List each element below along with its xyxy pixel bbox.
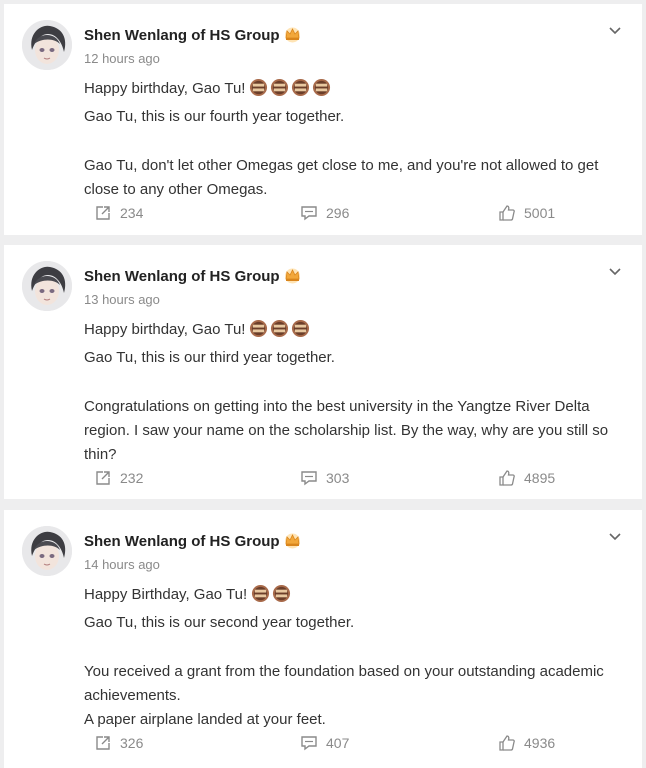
- comment-button[interactable]: 303: [300, 469, 349, 487]
- greeting-text: Happy birthday, Gao Tu!: [84, 321, 246, 338]
- post-line: [84, 371, 614, 395]
- post-line: [84, 636, 614, 660]
- post-line: Gao Tu, this is our second year together…: [84, 614, 355, 632]
- author-name-text[interactable]: Shen Wenlang of HS Group: [84, 268, 280, 285]
- chevron-down-icon[interactable]: [608, 265, 622, 279]
- like-count: 5001: [524, 205, 556, 221]
- cake-icon: [250, 78, 268, 97]
- post-line: Congratulations on getting into the best…: [84, 397, 609, 464]
- thumbs-up-icon: [499, 205, 515, 221]
- post-line: Gao Tu, don't let other Omegas get close…: [84, 156, 599, 199]
- cake-icon: [252, 584, 270, 603]
- post-body: Happy birthday, Gao Tu! Gao Tu, this is …: [84, 77, 614, 202]
- cake-emoji-group: [249, 78, 333, 105]
- like-button[interactable]: 5001: [498, 204, 555, 222]
- avatar-portrait: [22, 261, 72, 311]
- share-count: 234: [120, 205, 144, 221]
- crown-icon: [284, 27, 300, 43]
- post-time: 12 hours ago: [84, 51, 160, 66]
- post-time: 13 hours ago: [84, 292, 160, 307]
- comment-icon: [301, 471, 317, 486]
- cake-icon: [271, 319, 289, 338]
- comment-button[interactable]: 407: [300, 734, 349, 752]
- author-name-text[interactable]: Shen Wenlang of HS Group: [84, 27, 280, 44]
- cake-icon: [273, 584, 291, 603]
- post-body: Happy Birthday, Gao Tu! Gao Tu, this is …: [84, 583, 614, 733]
- comment-icon: [301, 736, 317, 751]
- like-button[interactable]: 4895: [498, 469, 555, 487]
- action-bar: 232 303 4895: [4, 469, 642, 491]
- post-card: Shen Wenlang of HS Group 13 hours ago Ha…: [4, 245, 642, 499]
- like-button[interactable]: 4936: [498, 734, 555, 752]
- avatar[interactable]: [22, 20, 72, 70]
- action-bar: 326 407 4936: [4, 734, 642, 756]
- comment-count: 296: [326, 205, 350, 221]
- share-icon: [96, 736, 110, 750]
- avatar[interactable]: [22, 526, 72, 576]
- cake-icon: [313, 78, 331, 97]
- cake-icon: [292, 319, 310, 338]
- author-name[interactable]: Shen Wenlang of HS Group: [84, 532, 302, 550]
- action-bar: 234 296 5001: [4, 204, 642, 226]
- thumbs-up-icon: [499, 735, 515, 751]
- share-icon: [96, 206, 110, 220]
- author-name[interactable]: Shen Wenlang of HS Group: [84, 26, 302, 44]
- comment-count: 303: [326, 470, 350, 486]
- post-line: Gao Tu, this is our fourth year together…: [84, 108, 345, 126]
- share-button[interactable]: 232: [94, 469, 143, 487]
- greeting-text: Happy Birthday, Gao Tu!: [84, 586, 248, 603]
- comment-count: 407: [326, 735, 350, 751]
- share-button[interactable]: 326: [94, 734, 143, 752]
- comment-button[interactable]: 296: [300, 204, 349, 222]
- author-name[interactable]: Shen Wenlang of HS Group: [84, 267, 302, 285]
- post-line: Gao Tu, this is our third year together.: [84, 349, 335, 367]
- share-icon: [96, 471, 110, 485]
- post-card: Shen Wenlang of HS Group 14 hours ago Ha…: [4, 510, 642, 768]
- crown-icon: [284, 268, 300, 284]
- cake-icon: [271, 78, 289, 97]
- author-name-text[interactable]: Shen Wenlang of HS Group: [84, 533, 280, 550]
- post-body: Happy birthday, Gao Tu! Gao Tu, this is …: [84, 318, 614, 468]
- greeting-text: Happy birthday, Gao Tu!: [84, 80, 246, 97]
- crown-icon: [284, 533, 300, 549]
- post-card: Shen Wenlang of HS Group 12 hours ago Ha…: [4, 4, 642, 235]
- post-line: A paper airplane landed at your feet.: [84, 711, 326, 729]
- share-button[interactable]: 234: [94, 204, 143, 222]
- chevron-down-icon[interactable]: [608, 24, 622, 38]
- cake-emoji-group: [249, 319, 312, 346]
- share-count: 326: [120, 735, 144, 751]
- thumbs-up-icon: [499, 470, 515, 486]
- like-count: 4936: [524, 735, 556, 751]
- like-count: 4895: [524, 470, 556, 486]
- avatar[interactable]: [22, 261, 72, 311]
- avatar-portrait: [22, 20, 72, 70]
- post-line: You received a grant from the foundation…: [84, 662, 604, 705]
- post-time: 14 hours ago: [84, 557, 160, 572]
- chevron-down-icon[interactable]: [608, 530, 622, 544]
- share-count: 232: [120, 470, 144, 486]
- avatar-portrait: [22, 526, 72, 576]
- post-line: [84, 130, 614, 154]
- cake-icon: [250, 319, 268, 338]
- comment-icon: [301, 206, 317, 221]
- cake-icon: [292, 78, 310, 97]
- cake-emoji-group: [251, 584, 293, 611]
